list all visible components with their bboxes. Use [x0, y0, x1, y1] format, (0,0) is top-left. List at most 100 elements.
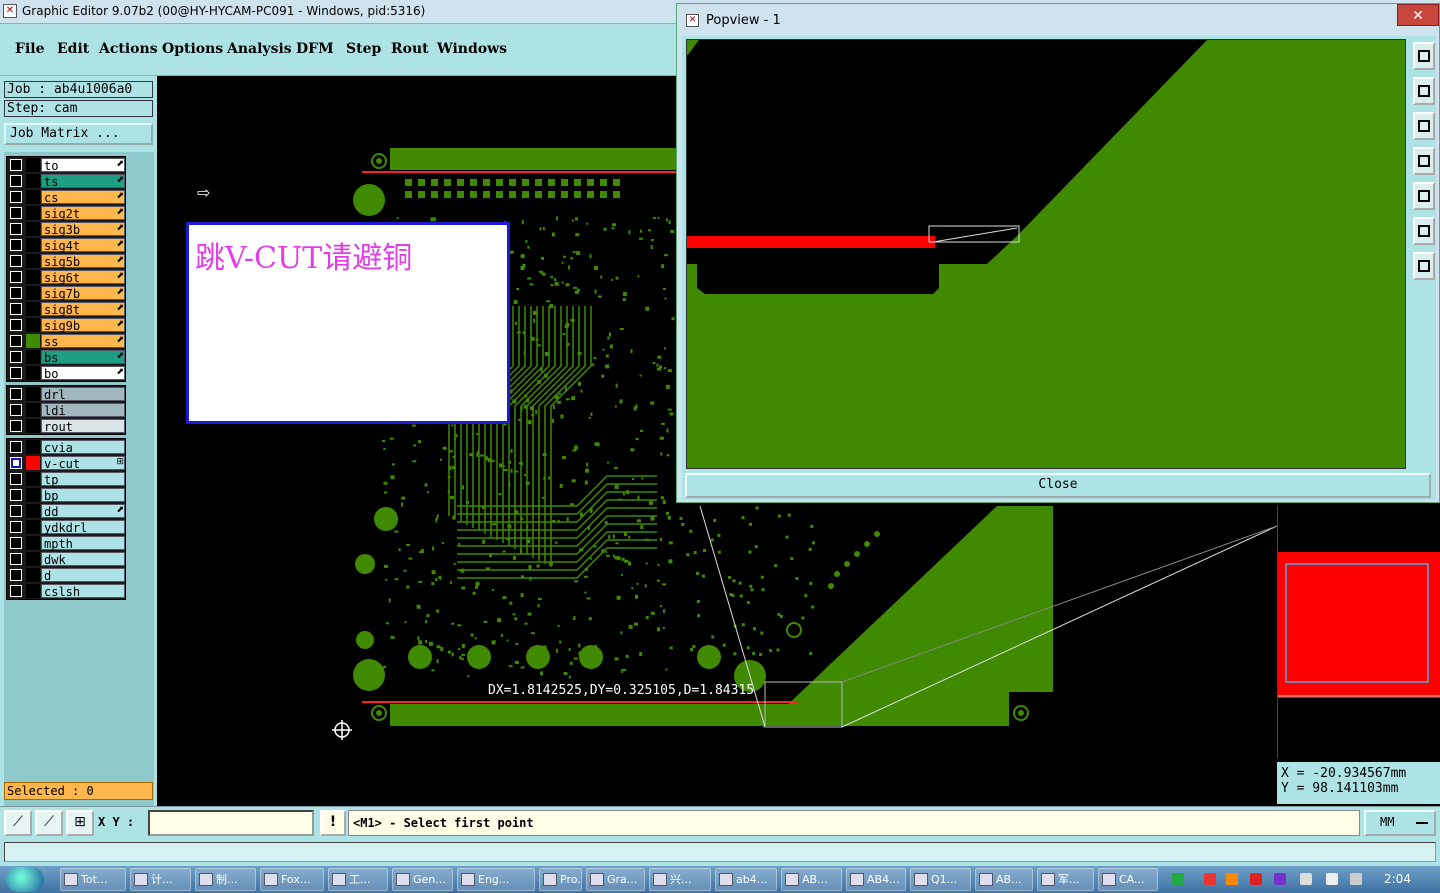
grid-icon[interactable]: ⊞	[66, 810, 94, 836]
layer-checkbox[interactable]	[10, 537, 22, 549]
popview-pan-up-icon[interactable]	[1413, 77, 1435, 105]
layer-name[interactable]: dwk	[41, 552, 125, 567]
taskbar-item[interactable]: Gen...	[392, 868, 453, 891]
popview-pan-left-icon[interactable]	[1413, 147, 1435, 175]
taskbar-item[interactable]: 计...	[130, 868, 191, 891]
xy-input[interactable]	[148, 810, 314, 836]
layer-name[interactable]: rout	[41, 419, 125, 434]
layer-row-tp[interactable]: tp	[7, 471, 127, 487]
layer-row-sig7b[interactable]: sig7b ⬈	[7, 285, 127, 301]
layer-checkbox[interactable]	[10, 159, 22, 171]
layer-name[interactable]: cslsh	[41, 584, 125, 599]
tray-app-icon[interactable]	[1172, 873, 1184, 885]
layer-row-sig8t[interactable]: sig8t ⬈	[7, 301, 127, 317]
layer-checkbox[interactable]	[10, 351, 22, 363]
layer-name[interactable]: bs	[41, 350, 125, 365]
layer-checkbox[interactable]	[10, 420, 22, 432]
menu-file[interactable]: File	[15, 41, 44, 57]
layer-name[interactable]: cs	[41, 190, 125, 205]
layer-checkbox[interactable]	[10, 521, 22, 533]
menu-step[interactable]: Step	[346, 41, 381, 57]
menu-options[interactable]: Options	[162, 41, 223, 57]
layer-name[interactable]: bo	[41, 366, 125, 381]
start-button[interactable]	[6, 867, 44, 892]
layer-row-ydkdrl[interactable]: ydkdrl	[7, 519, 127, 535]
layer-name[interactable]: ldi	[41, 403, 125, 418]
taskbar-item[interactable]: Gra...	[586, 868, 645, 891]
layer-row-sig5b[interactable]: sig5b ⬈	[7, 253, 127, 269]
menu-rout[interactable]: Rout	[391, 41, 429, 57]
layer-checkbox[interactable]	[10, 473, 22, 485]
taskbar-item[interactable]: 兴...	[649, 868, 711, 891]
taskbar-item[interactable]: ab4...	[715, 868, 777, 891]
layer-checkbox[interactable]	[10, 175, 22, 187]
taskbar-item[interactable]: AB...	[975, 868, 1033, 891]
layer-name[interactable]: v-cut	[41, 456, 125, 471]
layer-row-sig6t[interactable]: sig6t ⬈	[7, 269, 127, 285]
layer-name[interactable]: drl	[41, 387, 125, 402]
layer-checkbox[interactable]	[10, 367, 22, 379]
layer-row-sig2t[interactable]: sig2t ⬈	[7, 205, 127, 221]
taskbar-item[interactable]: CA...	[1098, 868, 1158, 891]
tray-flag-icon[interactable]	[1350, 873, 1362, 885]
layer-row-drl[interactable]: drl	[7, 386, 127, 402]
mini-preview[interactable]	[1277, 506, 1440, 758]
units-selector[interactable]: MM	[1364, 810, 1436, 836]
popview-zoom-window-icon[interactable]	[1413, 42, 1435, 70]
layer-row-cs[interactable]: cs ⬈	[7, 189, 127, 205]
layer-checkbox[interactable]	[10, 255, 22, 267]
layer-name[interactable]: ydkdrl	[41, 520, 125, 535]
layer-row-dd[interactable]: dd ⬈	[7, 503, 127, 519]
layer-checkbox[interactable]	[10, 489, 22, 501]
layer-row-sig4t[interactable]: sig4t ⬈	[7, 237, 127, 253]
taskbar-item[interactable]: Tot...	[60, 868, 126, 891]
layer-row-sig9b[interactable]: sig9b ⬈	[7, 317, 127, 333]
layer-row-cslsh[interactable]: cslsh	[7, 583, 127, 599]
layer-checkbox[interactable]	[10, 457, 22, 469]
layer-name[interactable]: ss	[41, 334, 125, 349]
layer-name[interactable]: ts	[41, 174, 125, 189]
popview-close-button[interactable]: Close	[685, 473, 1431, 498]
layer-row-ts[interactable]: ts ⬈	[7, 173, 127, 189]
menu-windows[interactable]: Windows	[437, 41, 507, 57]
popview-pan-down-icon[interactable]	[1413, 112, 1435, 140]
layer-name[interactable]: tp	[41, 472, 125, 487]
measure-icon[interactable]: ⟋	[35, 810, 63, 836]
tray-tool-icon[interactable]	[1274, 873, 1286, 885]
taskbar-item[interactable]: AB4...	[846, 868, 906, 891]
layer-name[interactable]: sig5b	[41, 254, 125, 269]
layer-checkbox[interactable]	[10, 388, 22, 400]
taskbar-item[interactable]: Pro...	[539, 868, 582, 891]
layer-row-v-cut[interactable]: v-cut ⊞	[7, 455, 127, 471]
taskbar-item[interactable]: 军...	[1037, 868, 1094, 891]
layer-name[interactable]: sig4t	[41, 238, 125, 253]
layer-row-bo[interactable]: bo ⬈	[7, 365, 127, 381]
menu-edit[interactable]: Edit	[57, 41, 89, 57]
layer-row-ldi[interactable]: ldi	[7, 402, 127, 418]
popview-close-x-button[interactable]: ✕	[1397, 4, 1439, 26]
taskbar-item[interactable]: 制...	[195, 868, 256, 891]
layer-checkbox[interactable]	[10, 287, 22, 299]
menu-actions[interactable]: Actions	[99, 41, 158, 57]
taskbar-item[interactable]: 工...	[328, 868, 388, 891]
draw-line-icon[interactable]: ⟋	[4, 810, 32, 836]
taskbar-item[interactable]: Fox...	[260, 868, 324, 891]
layer-checkbox[interactable]	[10, 223, 22, 235]
layer-name[interactable]: mpth	[41, 536, 125, 551]
layer-checkbox[interactable]	[10, 505, 22, 517]
menu-dfm[interactable]: DFM	[296, 41, 334, 57]
layer-name[interactable]: cvia	[41, 440, 125, 455]
taskbar-item[interactable]: AB...	[781, 868, 842, 891]
layer-row-cvia[interactable]: cvia	[7, 439, 127, 455]
popview-zoom-out-icon[interactable]	[1413, 252, 1435, 280]
layer-row-mpth[interactable]: mpth	[7, 535, 127, 551]
layer-row-to[interactable]: to ⬈	[7, 157, 127, 173]
layer-name[interactable]: dd	[41, 504, 125, 519]
layer-name[interactable]: sig6t	[41, 270, 125, 285]
layer-name[interactable]: bp	[41, 488, 125, 503]
job-matrix-button[interactable]: Job Matrix ...	[4, 123, 153, 145]
menu-analysis[interactable]: Analysis	[227, 41, 292, 57]
popview-zoom-in-icon[interactable]	[1413, 217, 1435, 245]
layer-name[interactable]: sig3b	[41, 222, 125, 237]
taskbar-item[interactable]: Eng...	[457, 868, 535, 891]
